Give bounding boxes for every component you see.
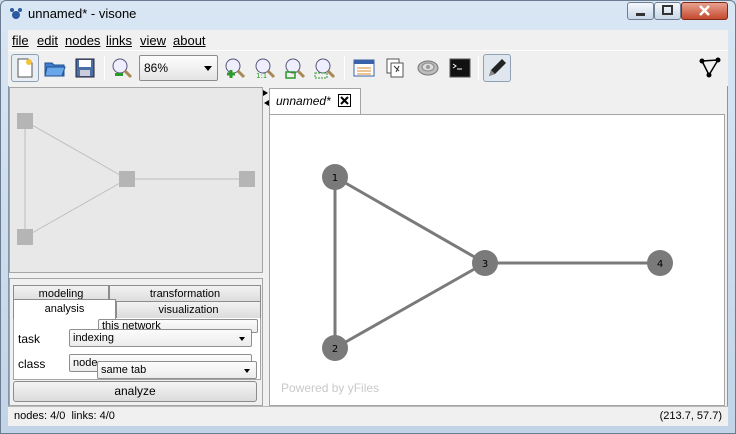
database-button[interactable] bbox=[414, 54, 442, 82]
zoom-level-value: 86% bbox=[144, 61, 169, 75]
overview-graph bbox=[17, 113, 255, 245]
graph-node-1[interactable]: 1 bbox=[322, 164, 348, 190]
save-icon bbox=[75, 58, 95, 78]
graph-node-4[interactable]: 4 bbox=[647, 250, 673, 276]
graph-overview[interactable] bbox=[9, 87, 263, 273]
network-view-button[interactable] bbox=[696, 54, 724, 82]
graph-edge-1-3[interactable] bbox=[334, 175, 486, 265]
network-icon bbox=[699, 57, 721, 78]
toolbar-separator bbox=[478, 56, 479, 80]
graph-edge-2-3[interactable] bbox=[334, 261, 486, 350]
save-button[interactable] bbox=[71, 54, 99, 82]
class-value: node bbox=[73, 357, 98, 369]
class-label: class bbox=[18, 357, 46, 371]
close-icon bbox=[340, 96, 349, 105]
target-tab-select[interactable]: same tab bbox=[97, 361, 257, 379]
menu-file[interactable]: file bbox=[12, 33, 29, 48]
status-coordinates: (213.7, 57.7) bbox=[659, 410, 722, 422]
layout-icon bbox=[386, 58, 404, 78]
graph-canvas[interactable]: 1 2 3 4 bbox=[269, 114, 725, 406]
tab-analysis[interactable]: analysis bbox=[13, 299, 116, 319]
graph-node-label: 1 bbox=[332, 173, 338, 184]
zoom-in-button[interactable] bbox=[221, 54, 249, 82]
menu-edit[interactable]: edit bbox=[37, 33, 58, 48]
pen-icon bbox=[489, 59, 506, 76]
zoom-fit-icon bbox=[285, 58, 306, 79]
overview-node bbox=[119, 171, 135, 187]
status-bar bbox=[8, 406, 728, 426]
new-document-button[interactable] bbox=[11, 54, 39, 82]
svg-text:1:1: 1:1 bbox=[256, 72, 267, 80]
open-button[interactable] bbox=[41, 54, 69, 82]
menu-links[interactable]: links bbox=[106, 33, 132, 48]
zoom-actual-size-icon: 1:1 bbox=[255, 58, 276, 80]
overview-edges bbox=[24, 120, 247, 238]
analyze-button[interactable]: analyze bbox=[13, 381, 257, 402]
tab-visualization[interactable]: visualization bbox=[116, 301, 261, 318]
chevron-down-icon bbox=[239, 337, 245, 341]
yfiles-watermark: Powered by yFiles bbox=[281, 381, 380, 395]
maximize-button[interactable] bbox=[654, 2, 681, 20]
graph-node-2[interactable]: 2 bbox=[322, 335, 348, 361]
menu-nodes[interactable]: nodes bbox=[65, 33, 100, 48]
zoom-out-button[interactable] bbox=[108, 54, 136, 82]
close-window-button[interactable] bbox=[681, 2, 728, 20]
graph-node-label: 2 bbox=[332, 344, 338, 355]
minimize-button[interactable] bbox=[627, 2, 654, 20]
document-tab-label: unnamed* bbox=[276, 94, 331, 108]
close-icon bbox=[699, 5, 710, 16]
overview-node bbox=[17, 229, 33, 245]
close-tab-button[interactable] bbox=[338, 94, 351, 107]
task-label: task bbox=[18, 332, 41, 346]
menu-about[interactable]: about bbox=[173, 33, 206, 48]
zoom-in-icon bbox=[225, 58, 246, 79]
edit-mode-button[interactable] bbox=[483, 54, 511, 82]
attribute-manager-icon bbox=[353, 59, 375, 77]
minimize-icon bbox=[636, 13, 645, 16]
chevron-down-icon bbox=[244, 369, 250, 373]
toolbar-separator bbox=[344, 56, 345, 80]
menu-view[interactable]: view bbox=[140, 33, 166, 48]
zoom-fit-button[interactable] bbox=[281, 54, 309, 82]
tab-transformation[interactable]: transformation bbox=[109, 285, 261, 302]
maximize-icon bbox=[662, 5, 673, 15]
task-value: indexing bbox=[73, 332, 114, 344]
graph-node-label: 3 bbox=[482, 259, 488, 270]
zoom-actual-size-button[interactable]: 1:1 bbox=[251, 54, 279, 82]
zoom-selection-icon bbox=[314, 58, 336, 79]
layout-button[interactable] bbox=[381, 54, 409, 82]
console-button[interactable] bbox=[446, 54, 474, 82]
zoom-level-select[interactable]: 86% bbox=[139, 55, 218, 81]
task-select[interactable]: indexing bbox=[69, 329, 252, 347]
window-title: unnamed* - visone bbox=[28, 6, 137, 21]
network-graph: 1 2 3 4 bbox=[322, 164, 673, 361]
status-counts: nodes: 4/0 links: 4/0 bbox=[14, 410, 115, 422]
graph-node-label: 4 bbox=[657, 259, 663, 270]
open-folder-icon bbox=[44, 62, 66, 77]
visone-app-icon bbox=[10, 8, 22, 19]
chevron-down-icon bbox=[204, 66, 212, 71]
overview-node bbox=[239, 171, 255, 187]
overview-node bbox=[17, 113, 33, 129]
console-icon bbox=[449, 58, 471, 78]
graph-node-3[interactable]: 3 bbox=[472, 250, 498, 276]
zoom-selection-button[interactable] bbox=[311, 54, 339, 82]
attribute-manager-button[interactable] bbox=[350, 54, 378, 82]
toolbar-separator bbox=[104, 56, 105, 80]
zoom-out-icon bbox=[112, 58, 133, 79]
target-tab-value: same tab bbox=[101, 364, 147, 376]
new-document-icon bbox=[17, 58, 33, 78]
database-icon bbox=[417, 60, 439, 76]
